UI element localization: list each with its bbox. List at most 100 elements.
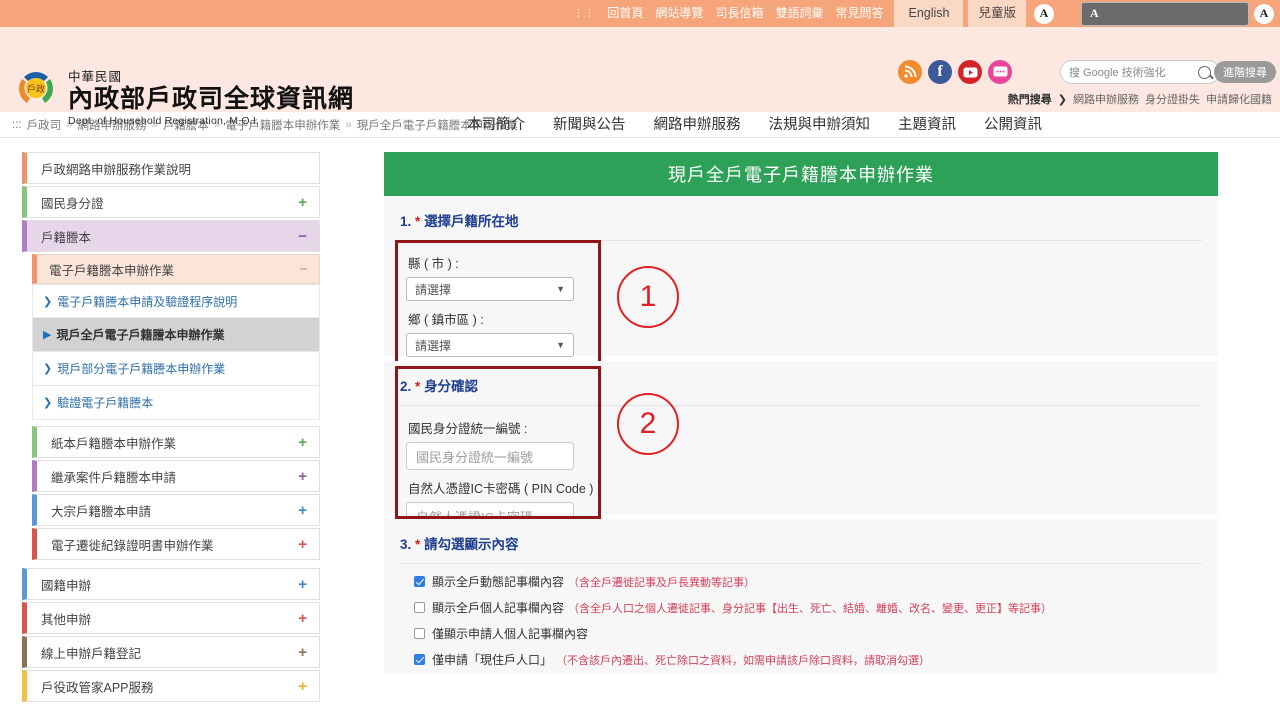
hot-search-item-online-services[interactable]: 網路申辦服務: [1073, 91, 1139, 107]
section3-number: 3.: [400, 537, 412, 552]
sidebar-item-label: 戶役政管家APP服務: [41, 680, 154, 695]
nav-item-news[interactable]: 新聞與公告: [539, 113, 640, 134]
checkbox-current-residents-only[interactable]: [414, 654, 425, 665]
sidebar-item-label: 線上申辦戶籍登記: [41, 646, 142, 661]
section1-number: 1.: [400, 214, 412, 229]
topbar-link-sitemap[interactable]: 網站導覽: [649, 0, 709, 27]
sidebar-item-e-transcript-application[interactable]: 電子戶籍謄本申辦作業 −: [32, 254, 320, 284]
chat-icon[interactable]: [988, 60, 1012, 84]
sidebar-item-household-transcript[interactable]: 戶籍謄本 −: [22, 220, 320, 252]
sidebar-item-online-household-registration[interactable]: 線上申辦戶籍登記 +: [22, 636, 320, 668]
font-size-large-button[interactable]: A: [1254, 3, 1274, 24]
advanced-search-button[interactable]: 進階搜尋: [1214, 61, 1276, 83]
nav-item-online-services[interactable]: 網路申辦服務: [640, 113, 755, 134]
kids-version-button[interactable]: 兒童版: [968, 0, 1026, 27]
svg-text:戶政: 戶政: [27, 83, 45, 95]
font-size-small-button[interactable]: A: [1034, 3, 1054, 24]
sidebar-item-national-id[interactable]: 國民身分證 +: [22, 186, 320, 218]
sidebar-item-label: 戶籍謄本: [41, 230, 92, 245]
sidebar-item-label: 紙本戶籍謄本申辦作業: [51, 436, 177, 451]
county-select[interactable]: 請選擇 ▼: [406, 277, 574, 301]
sidebar-item-label: 國民身分證: [41, 196, 104, 211]
plus-icon[interactable]: +: [298, 645, 307, 660]
youtube-icon[interactable]: [958, 60, 982, 84]
sidebar-item-inheritance-transcript[interactable]: 繼承案件戶籍謄本申請 +: [32, 460, 320, 492]
plus-icon[interactable]: +: [298, 503, 307, 518]
top-utility-bar: ⋮⋮ 回首頁 網站導覽 司長信箱 雙語詞彙 常見問答 English 兒童版 A…: [0, 0, 1280, 27]
sidebar-item-other-applications[interactable]: 其他申辦 +: [22, 602, 320, 634]
font-size-medium-button[interactable]: A: [1081, 1, 1249, 26]
section1-title: 選擇戶籍所在地: [424, 214, 519, 229]
logo-country-label: 中華民國: [68, 69, 123, 84]
nav-item-regulations[interactable]: 法規與申辦須知: [755, 113, 885, 134]
sidebar-item-label: 其他申辦: [41, 612, 92, 627]
hot-search-bar: 熱門搜尋 ❯ 網路申辦服務 身分證掛失 申請歸化國籍: [1008, 91, 1272, 107]
section-household-location: 1. * 選擇戶籍所在地 縣 ( 市 ) : 請選擇 ▼ 鄉 ( 鎮市區 ) :…: [384, 196, 1218, 394]
district-select[interactable]: 請選擇 ▼: [406, 333, 574, 357]
nav-anchor-icon: ⋮⋮: [425, 118, 445, 128]
sidebar: 戶政網路申辦服務作業說明 國民身分證 + 戶籍謄本 − 電子戶籍謄本申辦作業 −…: [0, 138, 340, 718]
search-placeholder: 搜 Google 技術強化: [1069, 67, 1166, 79]
sidebar-item-migration-record-certificate[interactable]: 電子遷徙紀錄證明書申辦作業 +: [32, 528, 320, 560]
section3-title: 請勾選顯示內容: [424, 537, 519, 552]
sidebar-item-bulk-transcript[interactable]: 大宗戶籍謄本申請 +: [32, 494, 320, 526]
topbar-link-faq[interactable]: 常見問答: [829, 0, 889, 27]
plus-icon[interactable]: +: [298, 435, 307, 450]
checkbox-row-current-residents-only[interactable]: 僅申請「現住戶人口」 （不含該戶內遷出、死亡除口之資料，如需申請該戶除口資料，請…: [384, 651, 1218, 668]
chevron-right-icon: ❯: [1057, 93, 1067, 106]
checkbox-household-dynamic-notes[interactable]: [414, 576, 425, 587]
topbar-link-director-mailbox[interactable]: 司長信箱: [709, 0, 769, 27]
checkbox-label: 僅顯示申請人個人記事欄內容: [432, 627, 589, 641]
county-label: 縣 ( 市 ) :: [408, 257, 459, 271]
sidebar-item-verify-e-transcript[interactable]: ❯ 驗證電子戶籍謄本: [32, 386, 320, 420]
checkbox-row-applicant-personal-notes[interactable]: 僅顯示申請人個人記事欄內容: [384, 625, 1218, 642]
english-version-button[interactable]: English: [894, 0, 964, 27]
sidebar-item-full-household-e-transcript[interactable]: ▶ 現戶全戶電子戶籍謄本申辦作業: [32, 318, 320, 352]
facebook-icon[interactable]: f: [928, 60, 952, 84]
district-label: 鄉 ( 鎮市區 ) :: [408, 313, 484, 327]
search-icon[interactable]: [1198, 65, 1211, 79]
checkbox-household-personal-notes[interactable]: [414, 602, 425, 613]
national-id-input[interactable]: 國民身分證統一編號: [406, 442, 574, 470]
plus-icon[interactable]: +: [298, 469, 307, 484]
sidebar-item-partial-household-e-transcript[interactable]: ❯ 現戶部分電子戶籍謄本申辦作業: [32, 352, 320, 386]
nav-item-about[interactable]: 本司簡介: [453, 113, 539, 134]
plus-icon[interactable]: +: [298, 679, 307, 694]
checkbox-row-household-dynamic-notes[interactable]: 顯示全戶動態記事欄內容 （含全戶遷徙記事及戶長異動等記事）: [384, 573, 1218, 590]
topbar-link-home[interactable]: 回首頁: [601, 0, 649, 27]
sidebar-item-app-service[interactable]: 戶役政管家APP服務 +: [22, 670, 320, 702]
nav-item-open-data[interactable]: 公開資訊: [970, 113, 1056, 134]
sidebar-item-paper-transcript[interactable]: 紙本戶籍謄本申辦作業 +: [32, 426, 320, 458]
plus-icon[interactable]: +: [298, 537, 307, 552]
sidebar-item-procedure-description[interactable]: ❯ 電子戶籍謄本申請及驗證程序說明: [32, 284, 320, 318]
site-logo[interactable]: 戶政 中華民國 內政部戶政司全球資訊網 Dept. of Household R…: [10, 63, 354, 127]
sidebar-item-label: 電子遷徙紀錄證明書申辦作業: [51, 538, 214, 553]
triangle-right-icon: ▶: [43, 329, 52, 341]
topbar-link-bilingual-glossary[interactable]: 雙語詞彙: [769, 0, 829, 27]
checkbox-applicant-personal-notes[interactable]: [414, 628, 425, 639]
pin-code-label: 自然人憑證IC卡密碼 ( PIN Code ) :: [408, 482, 601, 496]
nav-item-topics[interactable]: 主題資訊: [884, 113, 970, 134]
county-select-value: 請選擇: [415, 282, 452, 297]
plus-icon[interactable]: +: [298, 611, 307, 626]
minus-icon[interactable]: −: [298, 229, 307, 244]
sidebar-item-label: 戶政網路申辦服務作業說明: [41, 162, 192, 177]
sidebar-item-service-description[interactable]: 戶政網路申辦服務作業說明: [22, 152, 320, 184]
sidebar-item-label: 國籍申辦: [41, 578, 92, 593]
rss-icon[interactable]: [898, 60, 922, 84]
hot-search-item-id-lost[interactable]: 身分證掛失: [1145, 91, 1200, 107]
plus-icon[interactable]: +: [298, 195, 307, 210]
hot-search-label: 熱門搜尋: [1007, 94, 1052, 106]
plus-icon[interactable]: +: [298, 577, 307, 592]
hot-search-item-naturalization[interactable]: 申請歸化國籍: [1206, 91, 1272, 107]
checkbox-label: 顯示全戶動態記事欄內容: [432, 575, 565, 589]
minus-icon[interactable]: −: [300, 262, 307, 276]
logo-main-title: 內政部戶政司全球資訊網: [68, 84, 355, 113]
section2-number: 2.: [400, 379, 412, 394]
sidebar-item-nationality-application[interactable]: 國籍申辦 +: [22, 568, 320, 600]
required-star-icon: *: [415, 537, 421, 552]
chevron-down-icon: ▼: [556, 340, 565, 350]
search-input[interactable]: 搜 Google 技術強化: [1060, 60, 1220, 84]
page-body: 戶政網路申辦服務作業說明 國民身分證 + 戶籍謄本 − 電子戶籍謄本申辦作業 −…: [0, 138, 1280, 718]
checkbox-row-household-personal-notes[interactable]: 顯示全戶個人記事欄內容 （含全戶人口之個人遷徙記事、身分記事【出生、死亡、結婚、…: [384, 599, 1218, 616]
